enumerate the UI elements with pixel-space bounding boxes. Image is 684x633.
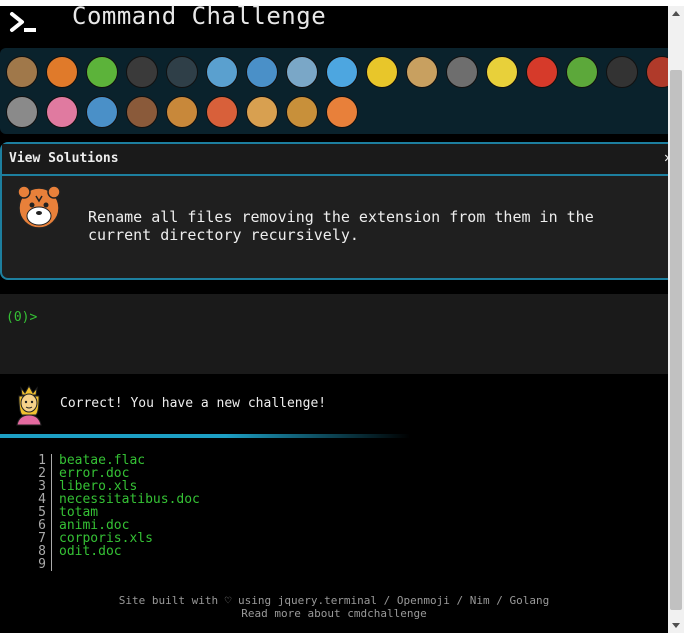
butterfly-icon[interactable] bbox=[46, 56, 78, 88]
line-number: 9 bbox=[38, 557, 46, 572]
footer-credits[interactable]: Site built with ♡ using jquery.terminal … bbox=[0, 594, 668, 607]
view-solutions-link[interactable]: View Solutions bbox=[9, 151, 119, 166]
fly-icon[interactable] bbox=[6, 96, 38, 128]
wolf-icon[interactable] bbox=[446, 56, 478, 88]
snail-icon[interactable] bbox=[6, 56, 38, 88]
solutions-header[interactable]: View Solutions ✕ bbox=[2, 144, 672, 176]
terminal-prompt-icon bbox=[10, 12, 36, 32]
status-message: Correct! You have a new challenge! bbox=[60, 396, 327, 411]
cricket-icon[interactable] bbox=[566, 56, 598, 88]
worm-icon[interactable] bbox=[46, 96, 78, 128]
princess-icon bbox=[16, 384, 42, 426]
footer: Site built with ♡ using jquery.terminal … bbox=[0, 594, 668, 620]
honeybee-icon[interactable] bbox=[486, 56, 518, 88]
line-separator bbox=[51, 480, 52, 493]
line-separator bbox=[51, 454, 52, 467]
spider-icon[interactable] bbox=[606, 56, 638, 88]
cat-face-icon[interactable] bbox=[246, 96, 278, 128]
solutions-panel: View Solutions ✕ Rename all files removi… bbox=[0, 142, 672, 280]
microbe-icon[interactable] bbox=[86, 96, 118, 128]
terminal-input[interactable]: (0)> bbox=[0, 294, 668, 374]
scroll-up-arrow[interactable] bbox=[668, 6, 684, 22]
line-separator bbox=[51, 519, 52, 532]
footer-about-link[interactable]: Read more about cmdchallenge bbox=[0, 607, 668, 620]
line-separator bbox=[51, 493, 52, 506]
line-separator bbox=[51, 506, 52, 519]
blowfish-icon[interactable] bbox=[406, 56, 438, 88]
caterpillar-icon[interactable] bbox=[86, 56, 118, 88]
line-separator bbox=[51, 467, 52, 480]
ant-icon[interactable] bbox=[126, 56, 158, 88]
dog-face-icon[interactable] bbox=[166, 96, 198, 128]
line-separator bbox=[51, 545, 52, 558]
tiger-face-icon bbox=[17, 185, 61, 229]
monkey-icon[interactable] bbox=[126, 96, 158, 128]
challenge-emoji-bar bbox=[0, 48, 678, 134]
challenge-description: Rename all files removing the extension … bbox=[88, 208, 594, 244]
terminal-prompt: (0)> bbox=[6, 310, 38, 325]
scroll-down-arrow[interactable] bbox=[668, 617, 684, 633]
file-name: odit.doc bbox=[59, 544, 122, 559]
fox-icon[interactable] bbox=[206, 96, 238, 128]
scrollbar-thumb[interactable] bbox=[670, 70, 682, 610]
lion-icon[interactable] bbox=[286, 96, 318, 128]
progress-bar bbox=[0, 434, 410, 438]
header: Command Challenge bbox=[0, 2, 668, 44]
lady-beetle-icon[interactable] bbox=[526, 56, 558, 88]
tropical-fish-icon[interactable] bbox=[366, 56, 398, 88]
page-title: Command Challenge bbox=[72, 2, 327, 30]
whale-icon[interactable] bbox=[206, 56, 238, 88]
line-separator bbox=[51, 532, 52, 545]
line-separator bbox=[51, 558, 52, 571]
tiger-face-icon[interactable] bbox=[326, 96, 358, 128]
spouting-whale-icon[interactable] bbox=[246, 56, 278, 88]
dolphin-icon[interactable] bbox=[286, 56, 318, 88]
fish-icon[interactable] bbox=[326, 56, 358, 88]
spider-web-icon[interactable] bbox=[166, 56, 198, 88]
